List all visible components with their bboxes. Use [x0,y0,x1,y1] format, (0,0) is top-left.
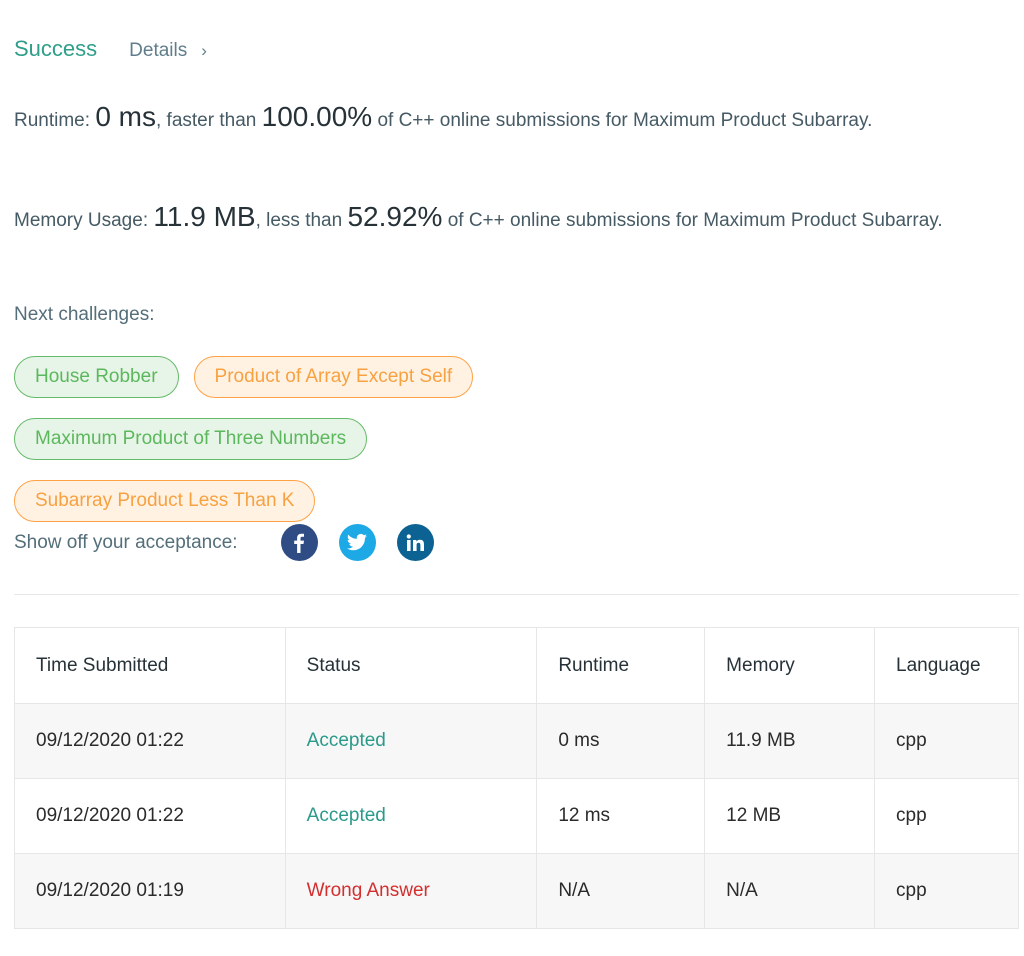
next-challenges-label: Next challenges: [14,304,155,325]
memory-percent: 52.92% [347,201,443,232]
cell-memory: 11.9 MB [704,703,876,779]
column-header-memory: Memory [704,627,876,704]
share-icons [280,524,434,561]
column-header-language: Language [874,627,1019,704]
memory-stat: Memory Usage: 11.9 MB, less than 52.92% … [14,200,954,237]
runtime-tail: of C++ online submissions for Maximum Pr… [372,110,873,131]
linkedin-icon[interactable] [396,524,434,561]
challenge-tag[interactable]: Subarray Product Less Than K [14,480,316,522]
facebook-icon[interactable] [280,524,318,561]
table-header-row: Time Submitted Status Runtime Memory Lan… [14,627,1019,704]
share-label: Show off your acceptance: [14,531,238,553]
cell-memory: 12 MB [704,778,876,854]
runtime-mid: , faster than [156,110,262,131]
status-link[interactable]: Accepted [307,730,386,751]
share-section: Show off your acceptance: [14,524,434,561]
challenge-tag[interactable]: House Robber [14,356,179,398]
details-label: Details [129,40,188,61]
cell-time: 09/12/2020 01:22 [14,778,286,854]
challenge-tag[interactable]: Maximum Product of Three Numbers [14,418,368,460]
cell-language: cpp [874,778,1019,854]
memory-tail: of C++ online submissions for Maximum Pr… [442,210,943,231]
details-link[interactable]: Details › [129,40,207,62]
cell-runtime: 12 ms [536,778,706,854]
status-link[interactable]: Accepted [307,805,386,826]
cell-runtime: N/A [536,853,706,929]
status-link[interactable]: Wrong Answer [307,880,430,901]
memory-value: 11.9 MB [153,201,256,232]
cell-runtime: 0 ms [536,703,706,779]
cell-time: 09/12/2020 01:19 [14,853,286,929]
memory-mid: , less than [255,210,348,231]
result-header: Success Details › [14,36,207,62]
runtime-stat: Runtime: 0 ms, faster than 100.00% of C+… [14,100,954,137]
cell-status: Wrong Answer [284,853,538,929]
cell-language: cpp [874,853,1019,929]
cell-language: cpp [874,703,1019,779]
cell-memory: N/A [704,853,876,929]
cell-status: Accepted [284,778,538,854]
section-divider [14,594,1019,595]
submissions-table: Time Submitted Status Runtime Memory Lan… [14,627,1019,929]
memory-label: Memory Usage: [14,210,154,231]
cell-time: 09/12/2020 01:22 [14,703,286,779]
column-header-status: Status [284,627,538,704]
challenge-tag[interactable]: Product of Array Except Self [193,356,474,398]
chevron-right-icon: › [201,41,207,60]
table-row: 09/12/2020 01:19 Wrong Answer N/A N/A cp… [14,853,1019,929]
runtime-label: Runtime: [14,110,96,131]
table-row: 09/12/2020 01:22 Accepted 12 ms 12 MB cp… [14,778,1019,854]
next-challenges-list: House Robber Product of Array Except Sel… [14,356,614,522]
status-success-title: Success [14,36,98,61]
runtime-percent: 100.00% [261,101,373,132]
column-header-runtime: Runtime [536,627,706,704]
cell-status: Accepted [284,703,538,779]
runtime-value: 0 ms [95,101,156,132]
twitter-icon[interactable] [338,524,376,561]
column-header-time: Time Submitted [14,627,286,704]
table-row: 09/12/2020 01:22 Accepted 0 ms 11.9 MB c… [14,703,1019,779]
